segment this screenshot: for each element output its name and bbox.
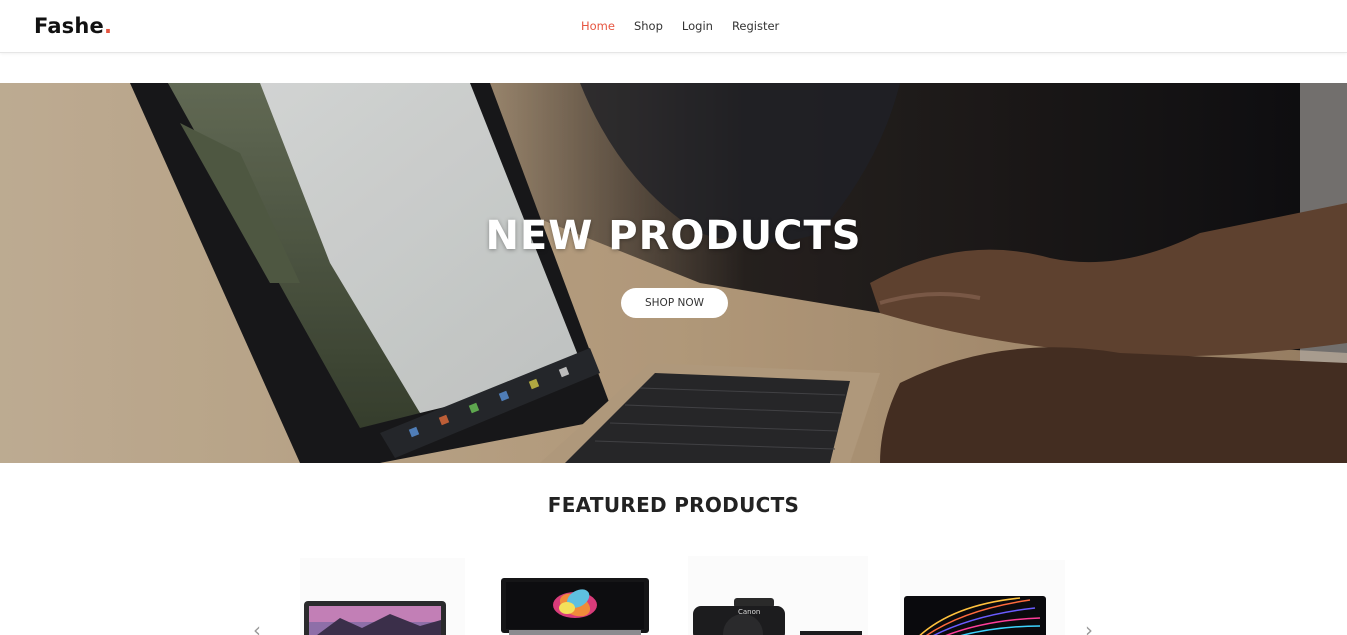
- product-image-camera: Canon: [688, 556, 868, 635]
- product-card-3[interactable]: Canon: [688, 556, 868, 635]
- featured-products-title: FEATURED PRODUCTS: [547, 493, 800, 517]
- product-card-2[interactable]: [495, 552, 660, 635]
- chevron-right-icon[interactable]: ›: [1085, 620, 1093, 635]
- nav-shop[interactable]: Shop: [634, 19, 663, 33]
- site-header: Fashe. Home Shop Login Register: [0, 0, 1347, 53]
- hero-background-image: [0, 83, 1347, 463]
- product-card-4[interactable]: [900, 560, 1065, 635]
- logo-text: Fashe: [34, 14, 104, 38]
- product-image-laptop-mountain: [300, 558, 465, 635]
- product-card-1[interactable]: [300, 558, 465, 635]
- hero-banner: NEW PRODUCTS SHOP NOW: [0, 83, 1347, 463]
- product-image-laptop-neon: [900, 560, 1065, 635]
- nav-register[interactable]: Register: [732, 19, 779, 33]
- svg-text:Canon: Canon: [738, 608, 760, 616]
- main-nav: Home Shop Login Register: [581, 19, 779, 33]
- nav-login[interactable]: Login: [682, 19, 713, 33]
- nav-home[interactable]: Home: [581, 19, 615, 33]
- product-image-laptop-burst: [495, 552, 660, 635]
- hero-title: NEW PRODUCTS: [485, 213, 862, 259]
- chevron-left-icon[interactable]: ‹: [253, 620, 261, 635]
- shop-now-button[interactable]: SHOP NOW: [621, 288, 728, 318]
- logo-dot: .: [103, 14, 113, 38]
- logo[interactable]: Fashe.: [34, 14, 112, 38]
